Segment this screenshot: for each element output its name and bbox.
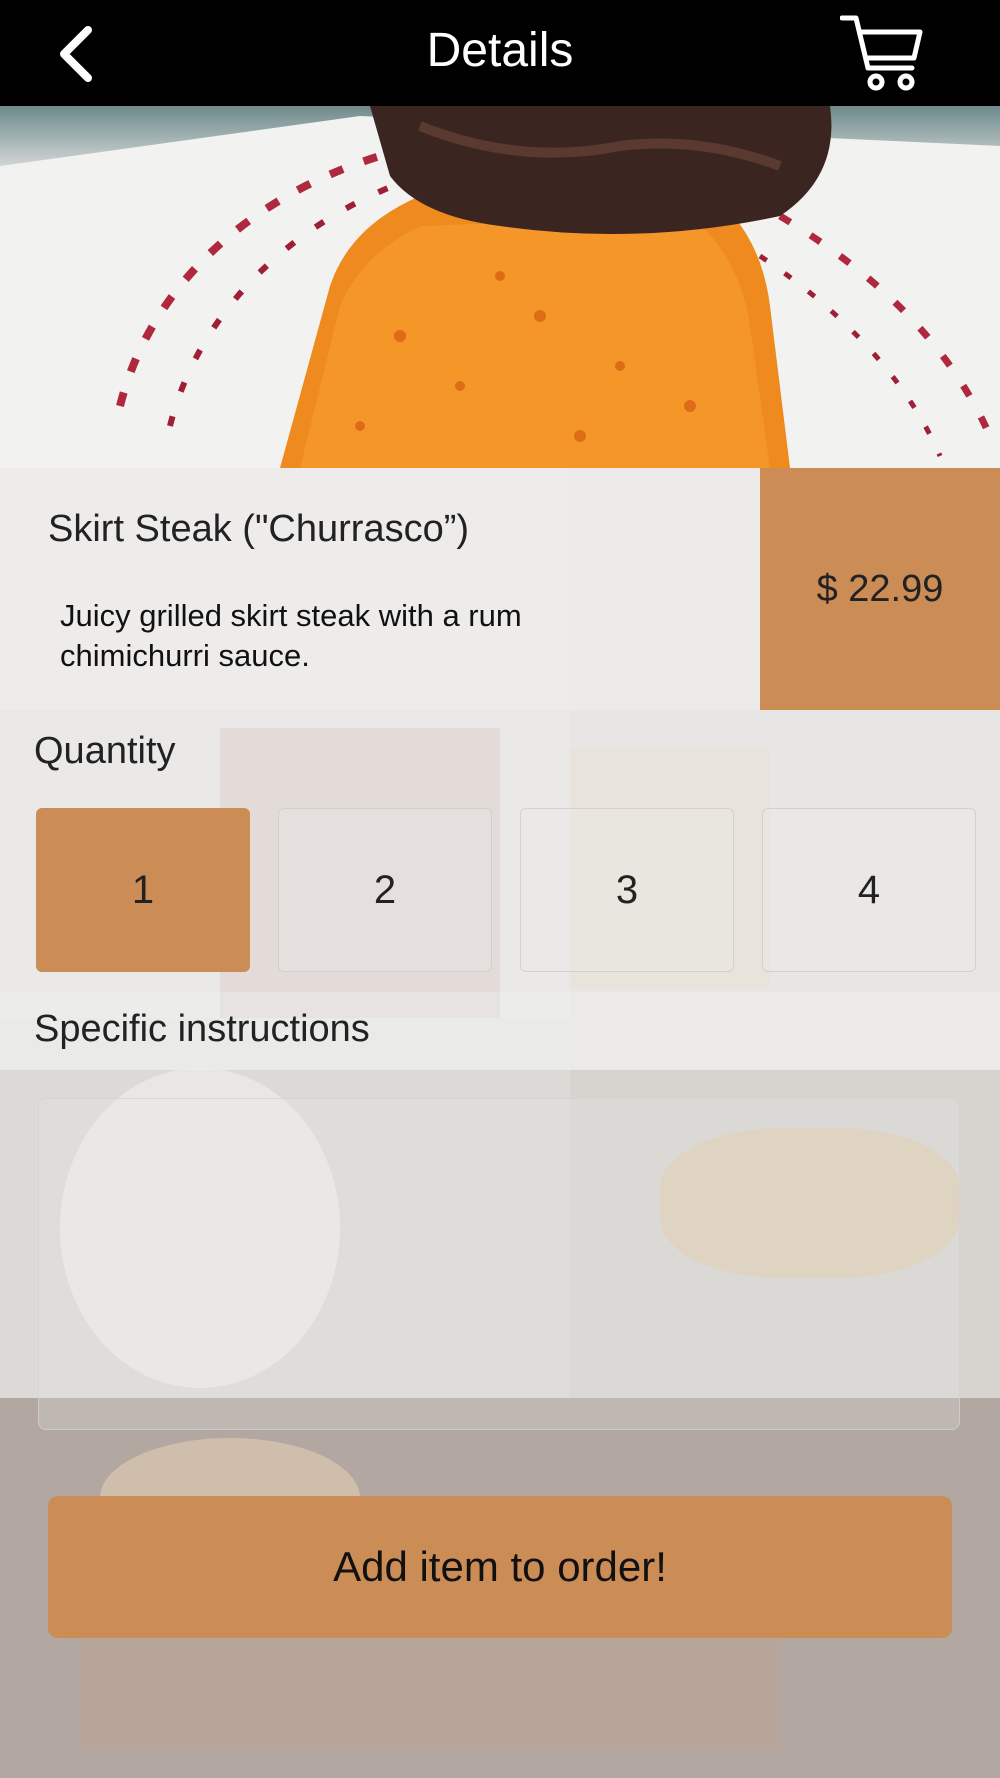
quantity-option-3[interactable]: 3 (520, 808, 734, 972)
dish-photo (0, 106, 1000, 468)
top-bar: Details (0, 0, 1000, 106)
quantity-option-2[interactable]: 2 (278, 808, 492, 972)
quantity-option-4[interactable]: 4 (762, 808, 976, 972)
quantity-option-1[interactable]: 1 (36, 808, 250, 972)
instructions-label: Specific instructions (34, 1008, 370, 1050)
cart-icon (839, 15, 923, 91)
cart-button[interactable] (839, 14, 924, 92)
instructions-input[interactable] (38, 1098, 960, 1430)
add-to-order-button[interactable]: Add item to order! (48, 1496, 952, 1638)
item-description: Juicy grilled skirt steak with a rum chi… (60, 598, 522, 673)
item-price: $ 22.99 (760, 468, 1000, 710)
quantity-label: Quantity (34, 730, 176, 772)
item-name: Skirt Steak ("Churrasco”) (48, 508, 470, 550)
